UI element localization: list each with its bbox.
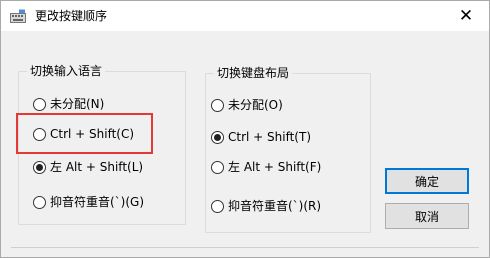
red-highlight-box xyxy=(16,113,153,154)
radio-label: 抑音符重音(`)(R) xyxy=(228,199,322,213)
ok-button[interactable]: 确定 xyxy=(385,168,469,194)
radio-button[interactable] xyxy=(211,160,224,174)
radio-button[interactable] xyxy=(211,98,224,112)
keyboard-layout-option-grave-accent[interactable]: 抑音符重音(`)(R) xyxy=(211,198,321,214)
keyboard-layout-option-left-alt-shift[interactable]: 左 Alt + Shift(F) xyxy=(211,159,321,175)
keyboard-layout-option-none[interactable]: 未分配(O) xyxy=(211,97,283,113)
radio-button-selected[interactable] xyxy=(211,130,224,144)
radio-label: 未分配(N) xyxy=(50,97,105,111)
window-title: 更改按键顺序 xyxy=(35,9,108,23)
keyboard-icon xyxy=(10,9,26,23)
cancel-button[interactable]: 取消 xyxy=(385,203,469,229)
radio-button[interactable] xyxy=(33,97,46,111)
radio-label: 左 Alt + Shift(L) xyxy=(50,160,144,174)
divider xyxy=(11,247,479,248)
close-button[interactable]: ✕ xyxy=(443,1,489,31)
radio-button[interactable] xyxy=(33,195,46,209)
change-key-sequence-dialog: 更改按键顺序 ✕ 切换输入语言 未分配(N) Ctrl + Shift(C) 左… xyxy=(0,0,490,258)
keyboard-layout-group-label: 切换键盘布局 xyxy=(214,65,293,81)
keyboard-layout-option-ctrl-shift[interactable]: Ctrl + Shift(T) xyxy=(211,129,311,145)
radio-label: 抑音符重音(`)(G) xyxy=(50,195,145,209)
radio-button[interactable] xyxy=(211,199,224,213)
radio-label: 左 Alt + Shift(F) xyxy=(228,160,322,174)
radio-label: 未分配(O) xyxy=(228,98,283,112)
input-language-option-grave-accent[interactable]: 抑音符重音(`)(G) xyxy=(33,194,144,210)
input-language-group-label: 切换输入语言 xyxy=(27,63,106,79)
radio-button-selected[interactable] xyxy=(33,160,46,174)
close-icon: ✕ xyxy=(458,6,474,26)
radio-label: Ctrl + Shift(T) xyxy=(228,130,312,144)
input-language-option-none[interactable]: 未分配(N) xyxy=(33,96,104,112)
title-bar: 更改按键顺序 ✕ xyxy=(1,1,489,31)
input-language-option-left-alt-shift[interactable]: 左 Alt + Shift(L) xyxy=(33,159,143,175)
